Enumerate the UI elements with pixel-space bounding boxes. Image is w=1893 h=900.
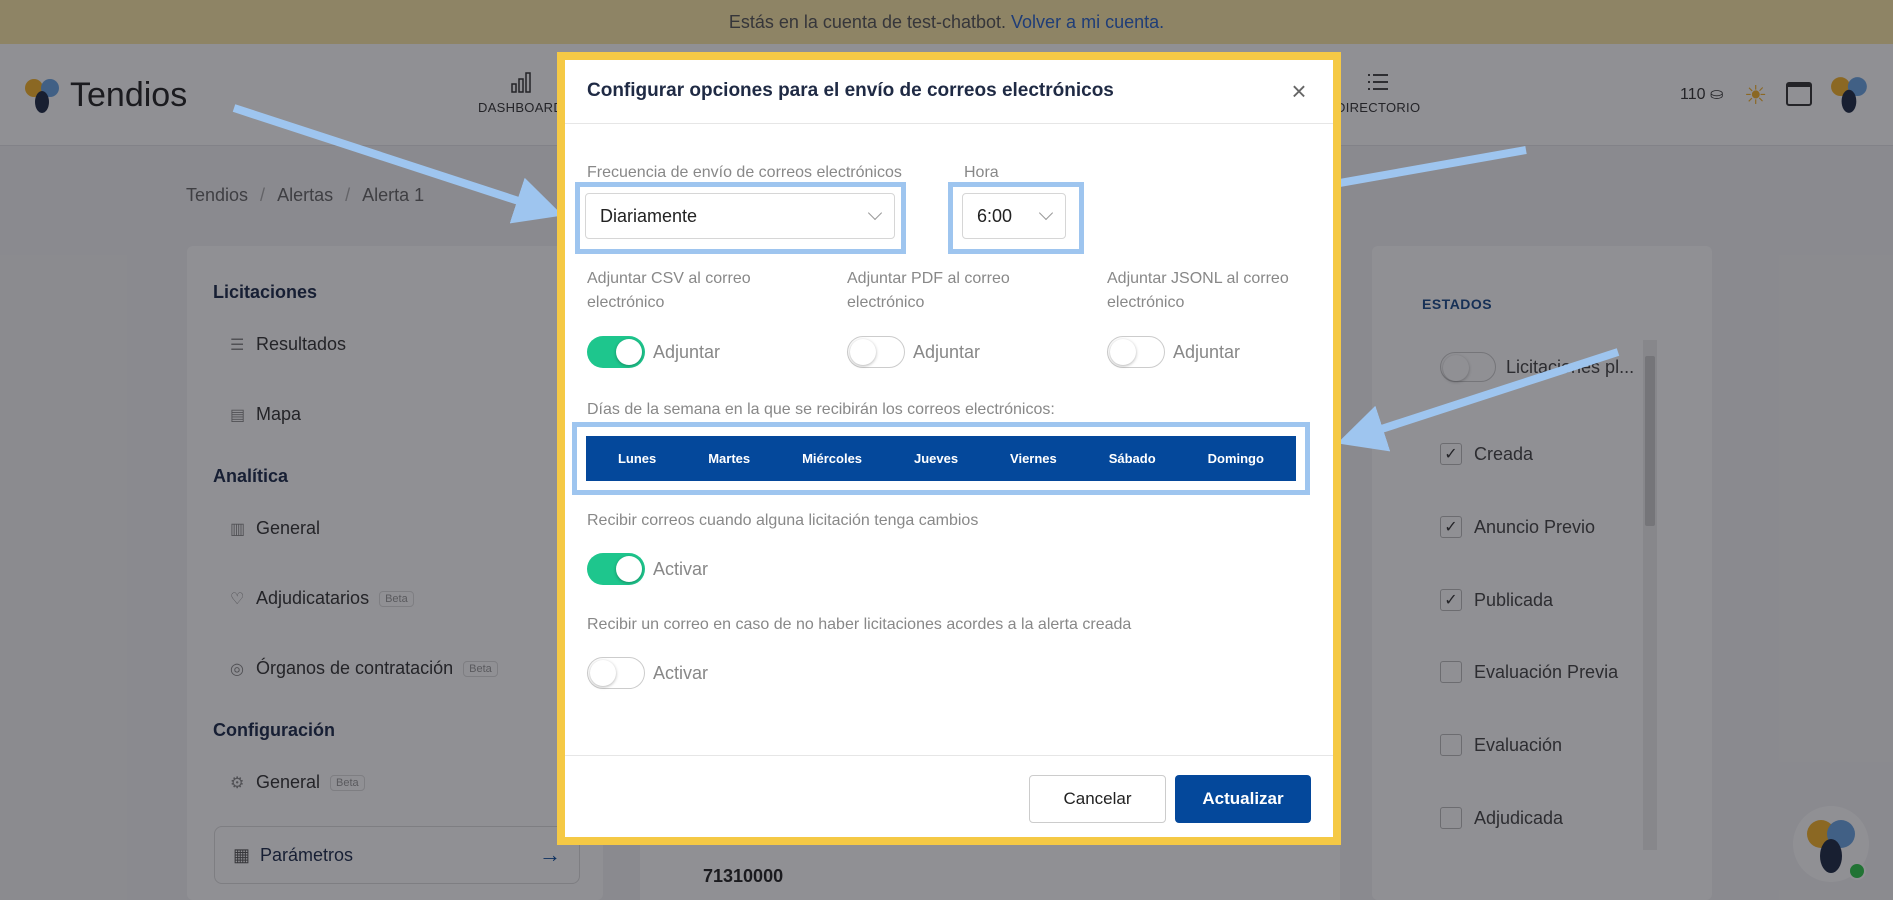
day-lunes[interactable]: Lunes: [618, 451, 656, 466]
pdf-toggle[interactable]: [847, 336, 905, 368]
jsonl-toggle[interactable]: [1107, 336, 1165, 368]
day-sabado[interactable]: Sábado: [1109, 451, 1156, 466]
chevron-down-icon: [867, 205, 883, 221]
pdf-label: Adjuntar PDF al correo electrónico: [847, 270, 1010, 311]
toggle-knob: [850, 339, 876, 365]
weekday-selector: Lunes Martes Miércoles Jueves Viernes Sá…: [586, 436, 1296, 481]
toggle-label: Adjuntar: [653, 341, 721, 362]
toggle-label: Activar: [653, 662, 709, 683]
chevron-down-icon: [1038, 205, 1054, 221]
csv-toggle-group[interactable]: Adjuntar: [587, 336, 720, 368]
days-label: Días de la semana en la que se recibirán…: [587, 401, 1055, 418]
no-results-toggle[interactable]: [587, 657, 645, 689]
toggle-knob: [590, 660, 616, 686]
day-jueves[interactable]: Jueves: [914, 451, 958, 466]
toggle-knob: [616, 339, 642, 365]
hour-select[interactable]: 6:00: [962, 193, 1066, 239]
day-miercoles[interactable]: Miércoles: [802, 451, 862, 466]
day-martes[interactable]: Martes: [708, 451, 750, 466]
changes-label: Recibir correos cuando alguna licitación…: [587, 512, 979, 529]
screen: { "banner": {"text": "Estás en la cuenta…: [0, 0, 1893, 900]
changes-toggle-group[interactable]: Activar: [587, 553, 708, 585]
arrow-to-frequency: [232, 104, 563, 224]
frequency-value: Diariamente: [600, 205, 698, 226]
csv-label: Adjuntar CSV al correo electrónico: [587, 270, 751, 311]
changes-toggle[interactable]: [587, 553, 645, 585]
toggle-label: Activar: [653, 558, 709, 579]
csv-toggle[interactable]: [587, 336, 645, 368]
no-results-label: Recibir un correo en caso de no haber li…: [587, 616, 1132, 633]
close-icon[interactable]: ×: [1288, 78, 1310, 104]
toggle-knob: [1110, 339, 1136, 365]
modal-divider: [565, 123, 1333, 124]
day-domingo[interactable]: Domingo: [1208, 451, 1264, 466]
hour-value: 6:00: [977, 205, 1013, 226]
jsonl-toggle-group[interactable]: Adjuntar: [1107, 336, 1240, 368]
jsonl-label: Adjuntar JSONL al correo electrónico: [1107, 270, 1289, 311]
day-viernes[interactable]: Viernes: [1010, 451, 1057, 466]
frequency-select[interactable]: Diariamente: [585, 193, 895, 239]
pdf-toggle-group[interactable]: Adjuntar: [847, 336, 980, 368]
cancel-button[interactable]: Cancelar: [1029, 775, 1166, 823]
arrow-to-days: [1337, 348, 1620, 452]
modal-footer-divider: [565, 755, 1333, 756]
toggle-knob: [616, 556, 642, 582]
update-button[interactable]: Actualizar: [1175, 775, 1311, 823]
toggle-label: Adjuntar: [913, 341, 981, 362]
modal-title: Configurar opciones para el envío de cor…: [587, 80, 1114, 101]
no-results-toggle-group[interactable]: Activar: [587, 657, 708, 689]
toggle-label: Adjuntar: [1173, 341, 1241, 362]
